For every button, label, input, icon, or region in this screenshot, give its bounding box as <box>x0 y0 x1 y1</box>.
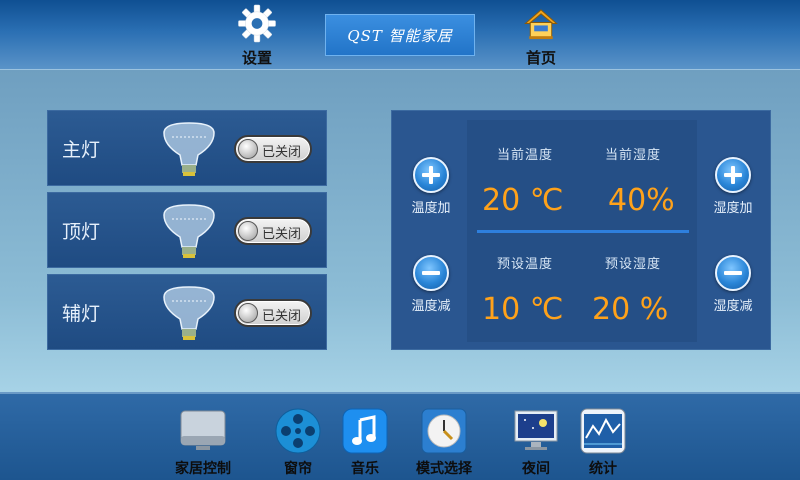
light-row-aux: 辅灯 已关闭 <box>47 274 327 350</box>
light-bulb-icon <box>163 286 215 340</box>
current-humidity-value: 40% <box>608 183 675 218</box>
preset-humidity-value: 20 % <box>592 292 669 327</box>
humidity-down-button[interactable]: 湿度减 <box>698 255 768 314</box>
preset-temp-value: 10 ℃ <box>482 292 564 327</box>
dock-item-label: 模式选择 <box>416 461 472 477</box>
minus-icon <box>715 255 751 291</box>
dock-item-statistics[interactable]: 统计 <box>580 408 626 478</box>
dock-item-label: 窗帘 <box>284 461 312 477</box>
current-temp-caption: 当前温度 <box>497 148 554 163</box>
dock-item-curtain[interactable]: 窗帘 <box>275 408 321 478</box>
minus-icon <box>413 255 449 291</box>
toggle-state-label: 已关闭 <box>262 309 302 324</box>
temp-down-label: 温度减 <box>411 299 451 314</box>
light-toggle[interactable]: 已关闭 <box>234 135 312 163</box>
temp-up-button[interactable]: 温度加 <box>396 157 466 216</box>
night-screen-icon <box>514 410 558 450</box>
home-button[interactable]: 首页 <box>506 4 576 68</box>
toggle-state-label: 已关闭 <box>262 227 302 242</box>
toggle-knob <box>238 303 258 323</box>
humidity-up-button[interactable]: 湿度加 <box>698 157 768 216</box>
dock-item-music[interactable]: 音乐 <box>342 408 388 478</box>
humidity-down-label: 湿度减 <box>713 299 753 314</box>
dock-item-label: 统计 <box>589 461 617 477</box>
light-name: 顶灯 <box>62 221 101 243</box>
dock-item-mode-select[interactable]: 模式选择 <box>416 408 472 478</box>
preset-humidity-caption: 预设湿度 <box>605 257 662 272</box>
music-note-icon <box>342 408 388 454</box>
light-row-ceiling: 顶灯 已关闭 <box>47 192 327 268</box>
gear-icon <box>238 4 276 43</box>
toggle-knob <box>238 221 258 241</box>
bottom-dock: 家居控制 窗帘 音乐 模式选择 夜间 统计 <box>0 392 800 480</box>
light-toggle[interactable]: 已关闭 <box>234 299 312 327</box>
plus-icon <box>715 157 751 193</box>
toggle-knob <box>238 139 258 159</box>
light-bulb-icon <box>163 204 215 258</box>
light-bulb-icon <box>163 122 215 176</box>
dock-item-home-control[interactable]: 家居控制 <box>175 408 231 478</box>
toggle-state-label: 已关闭 <box>262 145 302 160</box>
light-name: 辅灯 <box>62 303 101 325</box>
home-label: 首页 <box>525 49 556 67</box>
film-reel-icon <box>275 408 321 454</box>
climate-panel: 温度加 温度减 湿度加 湿度减 当前温度 当前湿度 20 ℃ 40% 预设温度 … <box>391 110 771 350</box>
temp-up-label: 温度加 <box>411 201 451 216</box>
humidity-up-label: 湿度加 <box>713 201 753 216</box>
settings-label: 设置 <box>241 49 272 67</box>
settings-button[interactable]: 设置 <box>222 4 292 68</box>
clock-icon <box>421 408 467 454</box>
light-toggle[interactable]: 已关闭 <box>234 217 312 245</box>
dock-item-night[interactable]: 夜间 <box>513 408 559 478</box>
light-name: 主灯 <box>62 139 101 161</box>
light-row-main: 主灯 已关闭 <box>47 110 327 186</box>
preset-temp-caption: 预设温度 <box>497 257 554 272</box>
temp-down-button[interactable]: 温度减 <box>396 255 466 314</box>
dock-item-label: 家居控制 <box>175 461 231 477</box>
divider <box>477 230 689 233</box>
home-icon <box>524 9 558 40</box>
current-temp-value: 20 ℃ <box>482 183 564 218</box>
top-bar: 设置 QST 智能家居 首页 <box>0 0 800 70</box>
dock-item-label: 夜间 <box>522 461 550 477</box>
monitor-icon <box>180 410 226 450</box>
chart-icon <box>580 408 626 454</box>
current-humidity-caption: 当前湿度 <box>605 148 662 163</box>
brand-logo: QST 智能家居 <box>325 14 475 56</box>
plus-icon <box>413 157 449 193</box>
dock-item-label: 音乐 <box>351 461 379 477</box>
